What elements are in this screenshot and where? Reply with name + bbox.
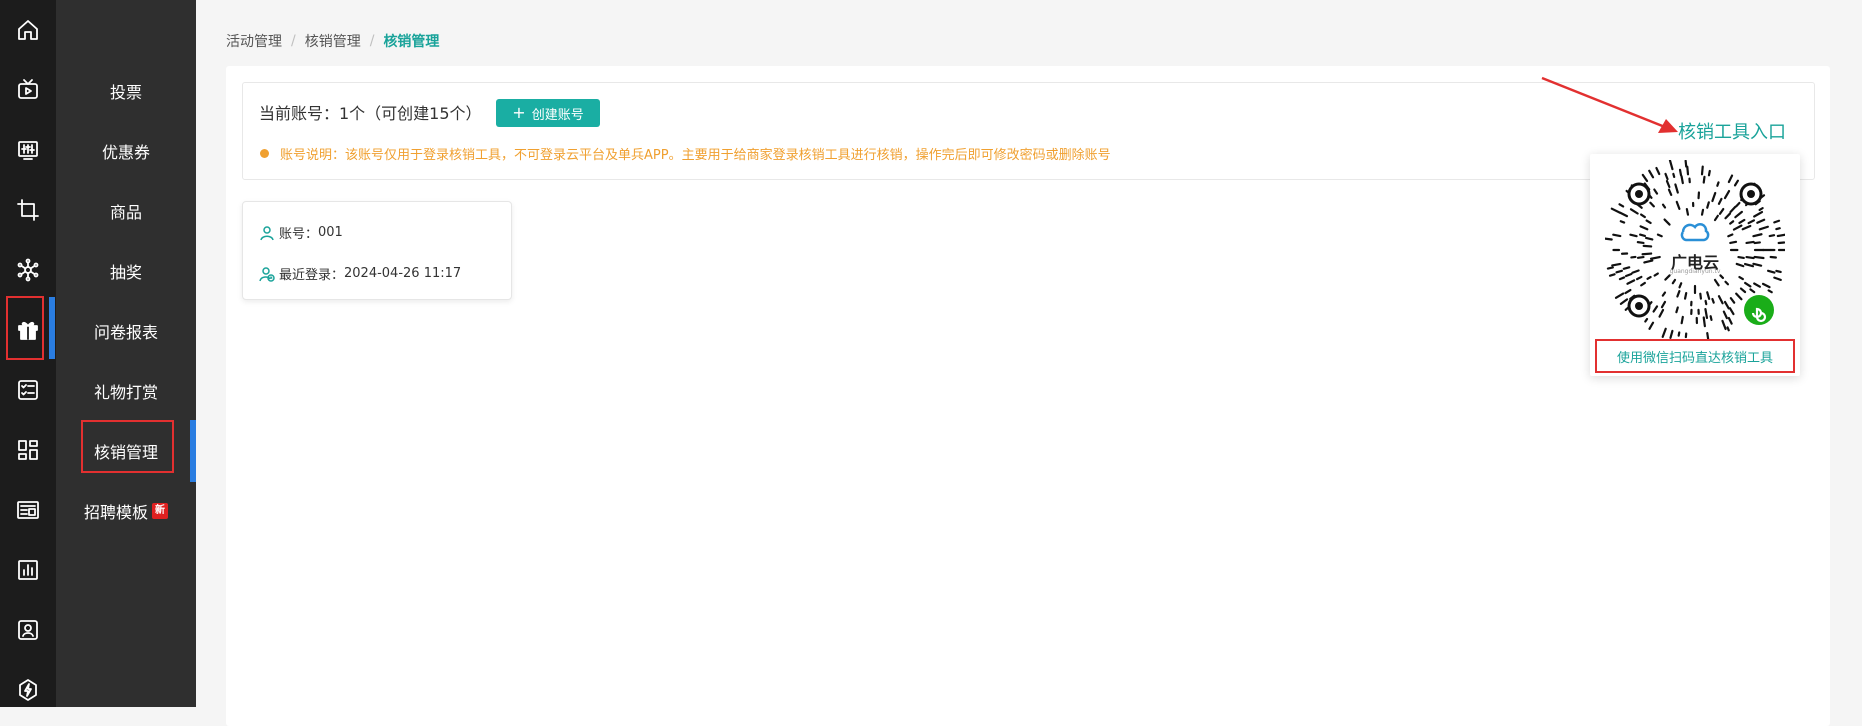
verification-tool-entry-link[interactable]: 核销工具入口 — [1678, 118, 1786, 144]
grid-icon[interactable] — [0, 430, 56, 470]
account-value: 001 — [318, 225, 343, 240]
account-notice-text: 账号说明：该账号仅用于登录核销工具，不可登录云平台及单兵APP。主要用于给商家登… — [280, 144, 1111, 163]
network-icon[interactable] — [0, 250, 56, 290]
menu-item-label: 优惠券 — [102, 139, 150, 163]
menu-item-product[interactable]: 商品 — [56, 191, 196, 231]
menu-item-label: 投票 — [110, 79, 142, 103]
breadcrumb-separator: / — [370, 33, 375, 49]
annotation-arrow-icon — [1540, 72, 1690, 142]
checklist-icon[interactable] — [0, 370, 56, 410]
breadcrumb-item[interactable]: 核销管理 — [305, 31, 361, 51]
active-menu-indicator — [190, 420, 196, 482]
menu-item-label: 商品 — [110, 199, 142, 223]
active-indicator — [49, 297, 55, 359]
user-clock-icon — [259, 266, 275, 282]
menu-item-label: 问卷报表 — [94, 319, 158, 343]
home-icon[interactable] — [0, 10, 56, 50]
account-row: 账号： 001 — [259, 223, 343, 242]
account-count: 当前账号：1个（可创建15个） — [259, 100, 482, 124]
news-icon[interactable] — [0, 490, 56, 530]
verification-menu-highlight — [81, 420, 174, 473]
account-label: 账号： — [279, 223, 318, 242]
secondary-menu: 投票 优惠券 商品 抽奖 问卷报表 礼物打赏 核销管理 招聘模板新 — [56, 0, 196, 707]
create-account-button[interactable]: + 创建账号 — [496, 99, 600, 127]
sliders-icon[interactable] — [0, 130, 56, 170]
tv-icon[interactable] — [0, 70, 56, 110]
menu-item-label: 招聘模板 — [84, 499, 148, 523]
plus-icon: + — [512, 105, 525, 121]
menu-item-lottery[interactable]: 抽奖 — [56, 251, 196, 291]
bar-chart-icon[interactable] — [0, 550, 56, 590]
qr-caption: 使用微信扫码直达核销工具 — [1595, 339, 1795, 373]
new-badge: 新 — [152, 503, 168, 519]
qr-brand-subtext: guangdianyun.tv — [1660, 268, 1730, 275]
menu-item-label: 礼物打赏 — [94, 379, 158, 403]
last-login-label: 最近登录： — [279, 264, 344, 283]
menu-item-vote[interactable]: 投票 — [56, 71, 196, 111]
lightning-shield-icon[interactable] — [0, 670, 56, 710]
account-card[interactable] — [242, 201, 512, 300]
menu-item-survey-report[interactable]: 问卷报表 — [56, 311, 196, 351]
account-notice: 账号说明：该账号仅用于登录核销工具，不可登录云平台及单兵APP。主要用于给商家登… — [260, 144, 1111, 163]
warning-dot-icon — [260, 149, 269, 158]
last-login-row: 最近登录： 2024-04-26 11:17 — [259, 264, 461, 283]
crop-icon[interactable] — [0, 190, 56, 230]
menu-item-label: 抽奖 — [110, 259, 142, 283]
menu-item-recruit-template[interactable]: 招聘模板新 — [56, 491, 196, 531]
menu-item-coupon[interactable]: 优惠券 — [56, 131, 196, 171]
menu-item-gift-reward[interactable]: 礼物打赏 — [56, 371, 196, 411]
breadcrumb-separator: / — [291, 33, 296, 49]
user-icon — [259, 225, 275, 241]
breadcrumb: 活动管理 / 核销管理 / 核销管理 — [226, 31, 439, 51]
contact-card-icon[interactable] — [0, 610, 56, 650]
breadcrumb-item[interactable]: 活动管理 — [226, 31, 282, 51]
breadcrumb-current: 核销管理 — [383, 31, 439, 51]
create-account-label: 创建账号 — [532, 104, 584, 123]
last-login-value: 2024-04-26 11:17 — [344, 266, 461, 281]
gift-icon-highlight — [6, 296, 44, 360]
